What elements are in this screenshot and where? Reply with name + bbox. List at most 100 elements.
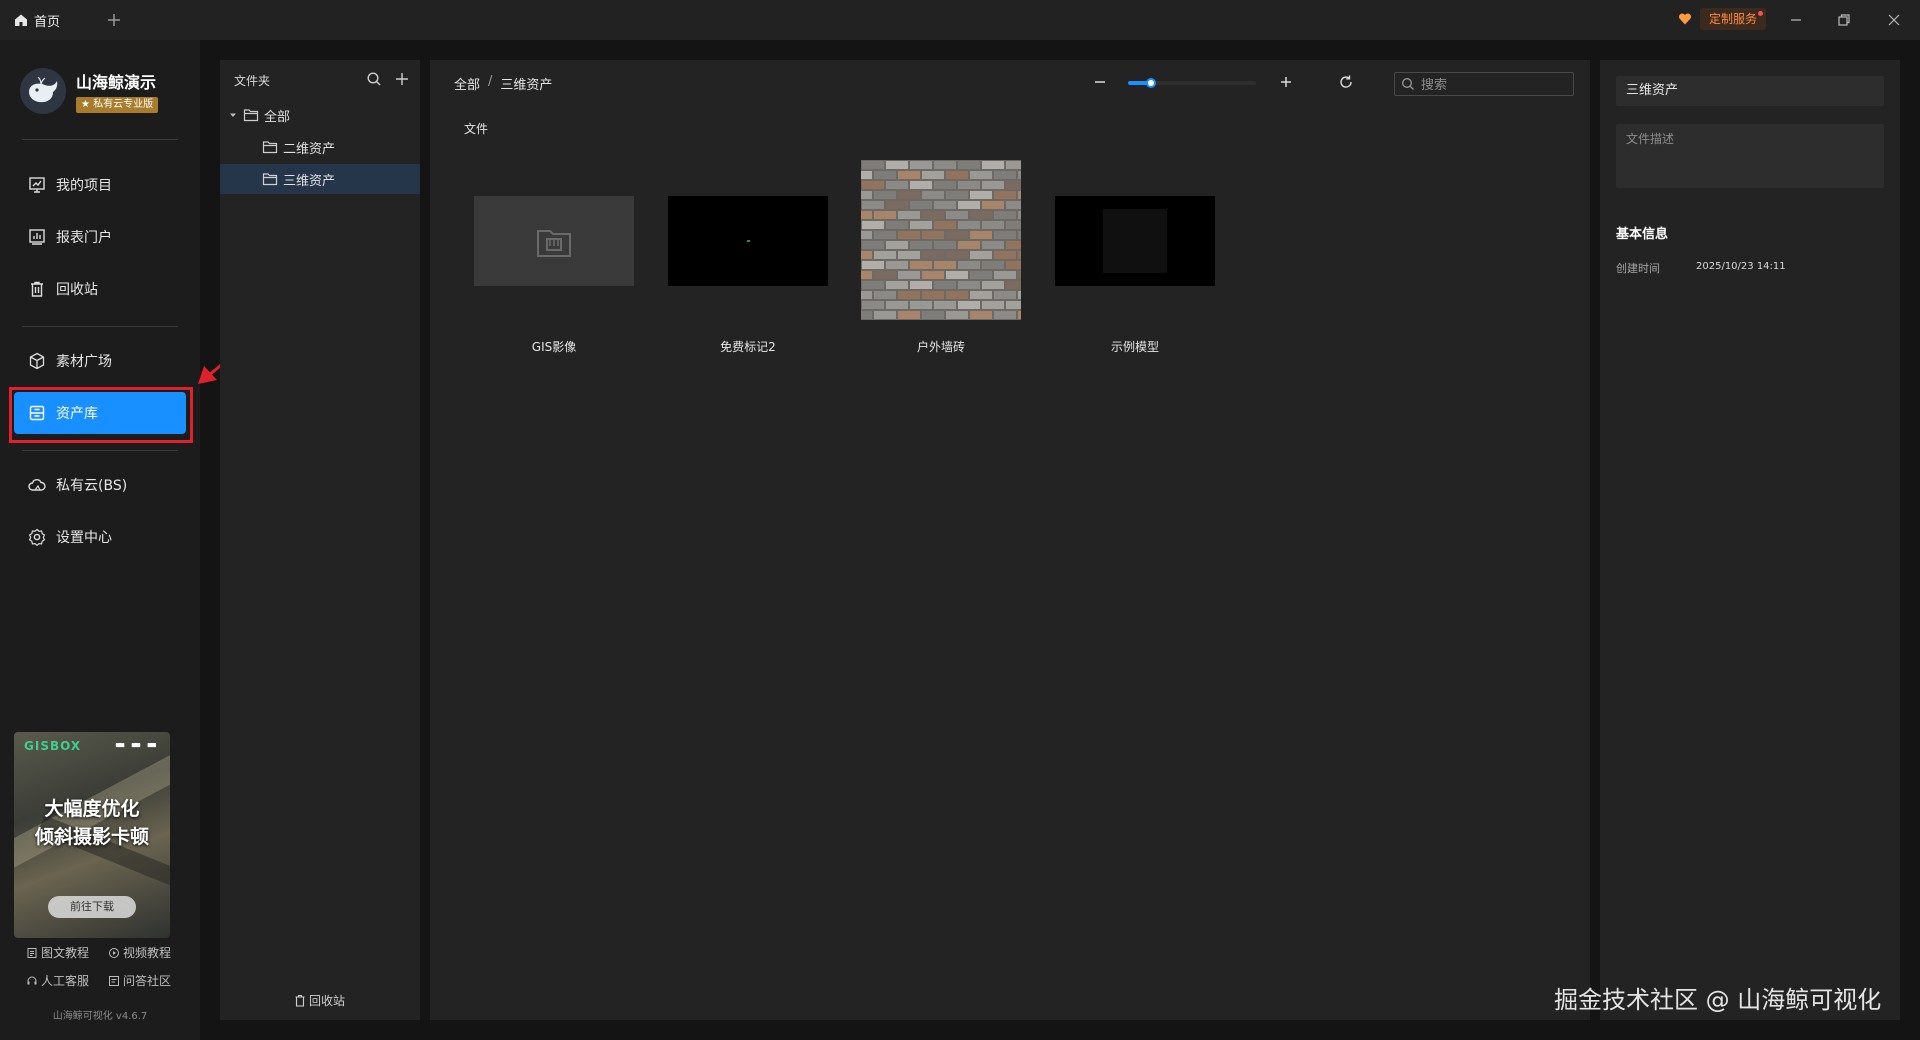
help-doc-link[interactable]: 图文教程 xyxy=(26,944,89,961)
add-tab-icon[interactable] xyxy=(104,10,124,30)
trash-icon xyxy=(295,994,305,1007)
file-card[interactable]: 示例模型 xyxy=(1055,160,1215,360)
tree-item-all[interactable]: 全部 xyxy=(220,100,420,130)
asset-name-field[interactable]: 三维资产 xyxy=(1616,76,1884,106)
zoom-in-icon[interactable] xyxy=(1278,74,1294,90)
refresh-icon[interactable] xyxy=(1338,74,1354,90)
chart-board-icon xyxy=(29,177,45,193)
app-version: 山海鲸可视化 v4.6.7 xyxy=(52,1011,148,1022)
add-folder-icon[interactable] xyxy=(394,71,410,87)
play-circle-icon xyxy=(109,947,119,958)
close-icon[interactable] xyxy=(1884,10,1904,30)
tree-item-3d-assets[interactable]: 三维资产 xyxy=(220,164,420,194)
description-field[interactable]: 文件描述 xyxy=(1616,124,1884,188)
gear-icon xyxy=(28,528,46,546)
file-thumbnail xyxy=(474,196,634,286)
trash-icon xyxy=(31,281,43,297)
promo-title-line1: 大幅度优化 xyxy=(44,798,140,820)
tree-label: 二维资产 xyxy=(283,141,336,157)
custom-service-button[interactable]: 定制服务 xyxy=(1700,8,1767,30)
nav-material-square[interactable]: 素材广场 xyxy=(14,340,186,382)
edition-badge: ★ 私有云专业版 xyxy=(76,97,159,113)
breadcrumb-current: 三维资产 xyxy=(500,78,553,93)
promo-title-line2: 倾斜摄影卡顿 xyxy=(34,826,149,848)
promo-banner[interactable]: GISBOX ▬ ▬ ▬ 大幅度优化 倾斜摄影卡顿 前往下载 xyxy=(14,732,170,938)
promo-dots-icon: ▬ ▬ ▬ xyxy=(114,738,158,751)
nav-label: 报表门户 xyxy=(56,230,112,246)
sidebar: 山海鲸演示 ★ 私有云专业版 我的项目 报表门户 回收站 素材广场 资产库 私有… xyxy=(0,40,200,1040)
help-community-link[interactable]: 问答社区 xyxy=(108,972,171,989)
created-time-label: 创建时间 xyxy=(1616,262,1660,275)
zoom-out-icon[interactable] xyxy=(1092,74,1108,90)
breadcrumb-root[interactable]: 全部 xyxy=(454,74,480,93)
file-name: 免费标记2 xyxy=(720,340,776,354)
document-icon xyxy=(27,947,37,958)
whale-logo-icon xyxy=(20,68,66,114)
brand[interactable]: 山海鲸演示 ★ 私有云专业版 xyxy=(20,68,159,114)
search-box[interactable] xyxy=(1394,72,1574,96)
file-thumbnail xyxy=(668,196,828,286)
nav-label: 设置中心 xyxy=(56,530,112,546)
nav-report-portal[interactable]: 报表门户 xyxy=(14,216,186,258)
folder-icon xyxy=(262,173,278,186)
nav-label: 私有云(BS) xyxy=(56,478,128,494)
divider xyxy=(22,139,178,140)
file-card[interactable]: 户外墙砖 xyxy=(861,160,1021,360)
search-input[interactable] xyxy=(1421,76,1561,92)
promo-download-button[interactable]: 前往下载 xyxy=(48,896,136,918)
basic-info-heading: 基本信息 xyxy=(1616,227,1669,242)
brick-texture-thumbnail xyxy=(861,160,1021,320)
nav-label: 回收站 xyxy=(56,282,98,298)
tab-home[interactable]: 首页 xyxy=(14,0,60,40)
cloud-icon xyxy=(28,479,46,491)
file-name: 示例模型 xyxy=(1110,340,1159,354)
help-support-link[interactable]: 人工客服 xyxy=(26,972,89,989)
file-name: 户外墙砖 xyxy=(916,340,965,354)
custom-service[interactable]: 定制服务 xyxy=(1678,8,1767,30)
tab-home-label: 首页 xyxy=(34,14,61,30)
notification-dot xyxy=(1758,11,1764,16)
restore-icon[interactable] xyxy=(1834,10,1854,30)
details-panel: 三维资产 文件描述 基本信息 创建时间 2025/10/23 14:11 xyxy=(1600,60,1900,1020)
nav-recycle-bin[interactable]: 回收站 xyxy=(14,268,186,310)
tree-label: 全部 xyxy=(264,109,291,125)
cube-icon xyxy=(29,352,45,370)
file-card[interactable]: GIS影像 xyxy=(474,160,634,360)
nav-settings[interactable]: 设置中心 xyxy=(14,516,186,558)
folder-panel: 文件夹 全部 二维资产 三维资产 回收站 xyxy=(220,60,420,1020)
breadcrumb: 全部 / 三维资产 xyxy=(454,74,552,93)
folder-panel-title: 文件夹 xyxy=(234,74,271,88)
headset-icon xyxy=(27,976,37,984)
title-bar: 首页 定制服务 xyxy=(0,0,1920,40)
created-time-value: 2025/10/23 14:11 xyxy=(1696,261,1786,272)
heart-gem-icon xyxy=(1678,13,1692,25)
home-icon xyxy=(15,14,27,26)
nav-my-projects[interactable]: 我的项目 xyxy=(14,164,186,206)
zoom-slider-handle[interactable] xyxy=(1146,78,1157,88)
qa-icon xyxy=(109,975,119,986)
help-video-link[interactable]: 视频教程 xyxy=(108,944,171,961)
annotation-highlight-box xyxy=(9,387,193,443)
nav-label: 我的项目 xyxy=(56,178,112,194)
nav-label: 素材广场 xyxy=(56,354,112,370)
file-thumbnail xyxy=(1055,196,1215,286)
caret-down-icon[interactable] xyxy=(228,110,238,120)
folder-icon xyxy=(262,141,278,154)
asset-content: 全部 / 三维资产 文件 GIS影像 免费标记2 户外墙砖 示例模型 xyxy=(430,60,1590,1020)
folder-recycle-button[interactable]: 回收站 xyxy=(294,992,345,1009)
divider xyxy=(22,326,178,327)
files-section-label: 文件 xyxy=(464,122,489,136)
folder-placeholder-icon xyxy=(537,230,571,257)
minimize-icon[interactable] xyxy=(1786,10,1806,30)
divider xyxy=(22,450,178,451)
search-icon[interactable] xyxy=(366,71,382,87)
zoom-slider[interactable] xyxy=(1128,78,1256,88)
gisbox-logo: GISBOX xyxy=(24,739,82,753)
tree-item-2d-assets[interactable]: 二维资产 xyxy=(220,132,420,162)
file-card[interactable]: 免费标记2 xyxy=(668,160,828,360)
breadcrumb-separator: / xyxy=(488,74,493,89)
tree-label: 三维资产 xyxy=(283,173,336,189)
nav-private-cloud[interactable]: 私有云(BS) xyxy=(14,464,186,506)
search-icon xyxy=(1402,78,1414,90)
brand-name: 山海鲸演示 xyxy=(76,73,157,92)
